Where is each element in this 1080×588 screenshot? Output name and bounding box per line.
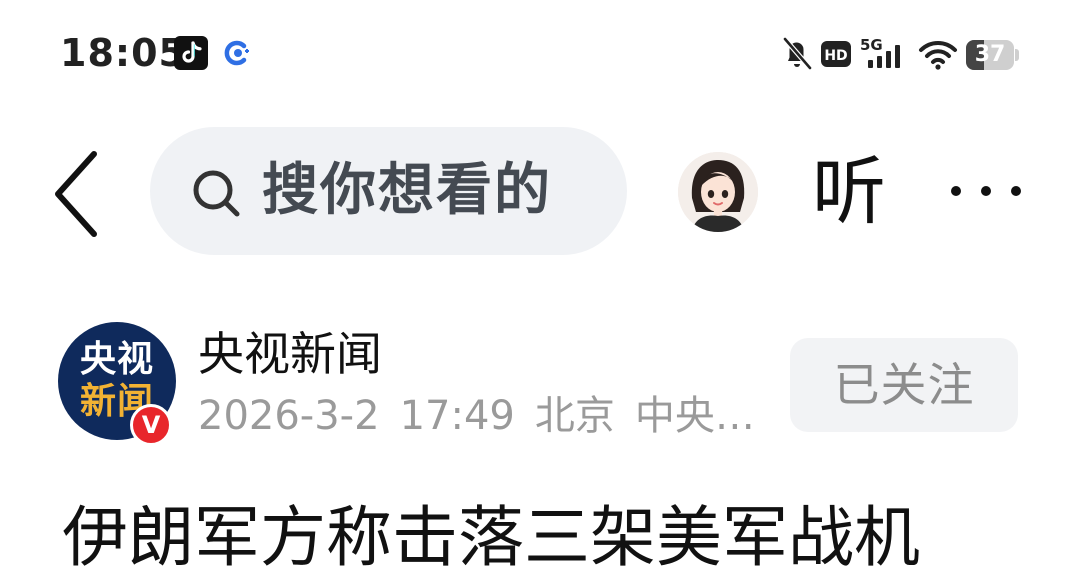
network-label: 5G <box>860 36 883 54</box>
chevron-left-icon <box>55 151 97 237</box>
publisher-name[interactable]: 央视新闻 <box>198 328 382 380</box>
follow-button[interactable]: 已关注 <box>790 338 1018 432</box>
verified-badge: V <box>130 404 172 446</box>
cartoon-avatar-icon <box>678 152 758 232</box>
browser-icon <box>220 36 254 70</box>
post-source: 中央… <box>634 393 755 439</box>
wifi-icon <box>918 34 958 74</box>
post-meta: 2026-3-2 17:49 北京 中央… <box>198 392 762 440</box>
battery-cap <box>1015 49 1019 61</box>
status-bar: 18:05 HD 5G 37 <box>0 0 1080 104</box>
status-time: 18:05 <box>60 31 186 75</box>
hd-label: HD <box>824 48 847 64</box>
battery-percent: 37 <box>974 42 1006 67</box>
post-location: 北京 <box>534 393 615 439</box>
search-input[interactable]: 搜你想看的 <box>150 127 627 255</box>
post-date: 2026-3-2 <box>198 393 380 439</box>
more-dots-icon <box>951 186 1021 196</box>
avatar[interactable] <box>678 152 758 232</box>
listen-button[interactable]: 听 <box>812 152 886 232</box>
more-button[interactable] <box>944 178 1028 204</box>
signal-5g-icon: 5G <box>858 34 906 74</box>
article-page: 18:05 HD 5G 37 搜你想看的 听 央视 新闻 V 央视新闻 2026… <box>0 0 1080 588</box>
search-icon <box>193 170 240 217</box>
tiktok-icon <box>174 36 208 70</box>
back-button[interactable] <box>48 148 104 240</box>
battery-indicator: 37 <box>966 40 1020 70</box>
hd-icon: HD <box>820 34 852 74</box>
mute-icon <box>780 34 814 74</box>
post-time: 17:49 <box>399 393 515 439</box>
battery-icon: 37 <box>966 40 1014 70</box>
search-placeholder: 搜你想看的 <box>262 158 552 223</box>
article-headline: 伊朗军方称击落三架美军战机 <box>62 499 920 576</box>
logo-line-top: 央视 <box>79 339 154 380</box>
